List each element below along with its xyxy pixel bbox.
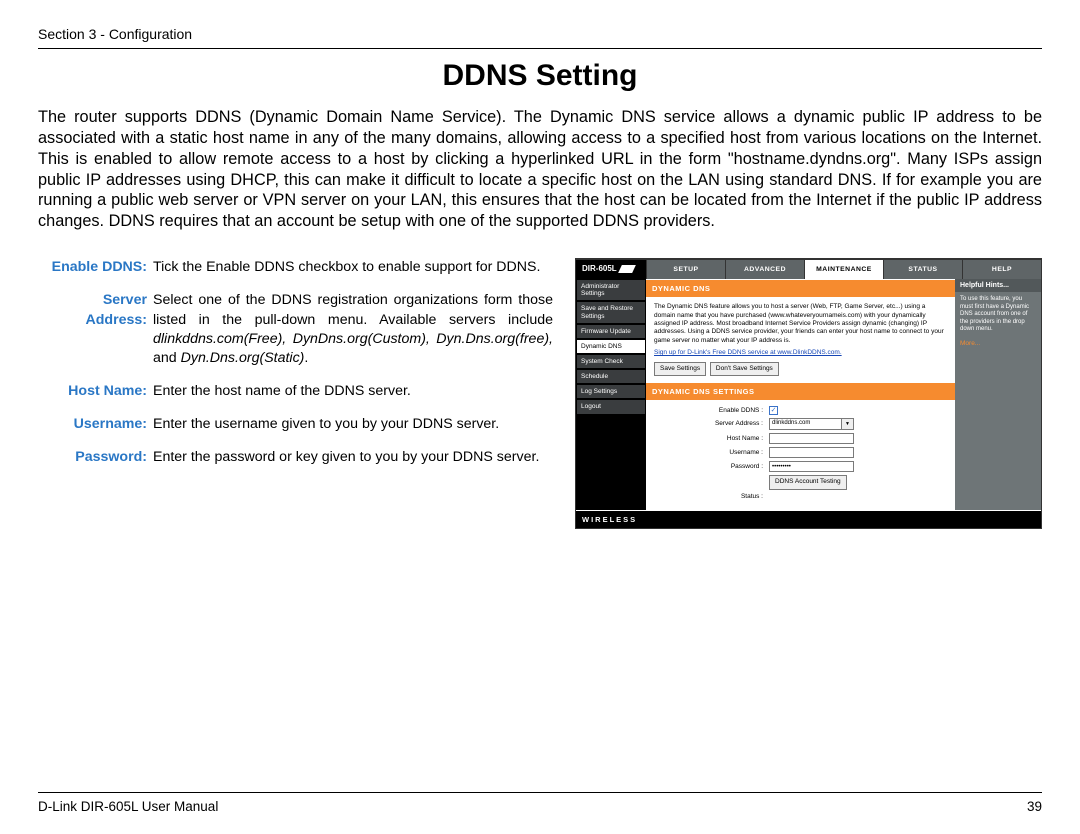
sidebar-item-ddns[interactable]: Dynamic DNS: [576, 339, 646, 354]
intro-paragraph: The router supports DDNS (Dynamic Domain…: [38, 107, 1042, 232]
sidebar-item-firmware[interactable]: Firmware Update: [576, 324, 646, 339]
router-hints-panel: Helpful Hints... To use this feature, yo…: [955, 279, 1041, 510]
host-name-input[interactable]: [769, 433, 854, 444]
sidebar-item-save-restore[interactable]: Save and Restore Settings: [576, 301, 646, 323]
sidebar-item-system-check[interactable]: System Check: [576, 354, 646, 369]
enable-ddns-checkbox[interactable]: ✓: [769, 406, 778, 415]
hints-title: Helpful Hints...: [955, 279, 1041, 292]
def-body-text: .: [304, 350, 308, 366]
form-label-host: Host Name :: [654, 435, 769, 443]
def-label: Password:: [75, 449, 147, 465]
footer-page-number: 39: [1027, 799, 1042, 814]
ddns-settings-form: Enable DDNS : ✓ Server Address : dlinkdd…: [646, 400, 955, 510]
def-label: Host Name:: [68, 383, 147, 399]
def-server-address: Server Address: Select one of the DDNS r…: [38, 291, 553, 368]
dont-save-settings-button[interactable]: Don't Save Settings: [710, 362, 779, 376]
chevron-down-icon: ▼: [841, 419, 853, 429]
form-label-server: Server Address :: [654, 420, 769, 428]
tab-help[interactable]: HELP: [962, 260, 1041, 279]
form-label-enable: Enable DDNS :: [654, 407, 769, 415]
def-body: Tick the Enable DDNS checkbox to enable …: [153, 259, 540, 275]
password-input[interactable]: [769, 461, 854, 472]
hints-more-link[interactable]: More...: [955, 338, 1041, 349]
router-tabs: SETUP ADVANCED MAINTENANCE STATUS HELP: [646, 260, 1041, 279]
ddns-test-button[interactable]: DDNS Account Testing: [769, 475, 847, 489]
server-address-select[interactable]: dlinkddns.com ▼: [769, 418, 854, 430]
top-rule: [38, 48, 1042, 49]
def-host-name: Host Name: Enter the host name of the DD…: [38, 382, 553, 401]
def-body: Select one of the DDNS registration orga…: [153, 291, 553, 368]
footer-manual-name: D-Link DIR-605L User Manual: [38, 799, 218, 814]
username-input[interactable]: [769, 447, 854, 458]
def-body-text: Select one of the DDNS registration orga…: [153, 292, 553, 327]
def-label: Server Address:: [86, 292, 148, 327]
sidebar-item-log-settings[interactable]: Log Settings: [576, 384, 646, 399]
page-footer: D-Link DIR-605L User Manual 39: [38, 792, 1042, 814]
def-label: Username:: [74, 416, 147, 432]
panel-title-ddns: DYNAMIC DNS: [646, 279, 955, 297]
sidebar-item-admin[interactable]: Administrator Settings: [576, 279, 646, 301]
definitions-list: Enable DDNS: Tick the Enable DDNS checkb…: [38, 258, 553, 481]
section-header: Section 3 - Configuration: [38, 26, 1042, 42]
router-sidebar: Administrator Settings Save and Restore …: [576, 279, 646, 510]
tab-setup[interactable]: SETUP: [646, 260, 725, 279]
select-value: dlinkddns.com: [772, 420, 810, 428]
def-body: Enter the password or key given to you b…: [153, 449, 539, 465]
tab-advanced[interactable]: ADVANCED: [725, 260, 804, 279]
signup-link[interactable]: Sign up for D-Link's Free DDNS service a…: [654, 349, 842, 356]
router-model-label: DIR-605L: [576, 260, 646, 279]
def-italic: dlinkddns.com(Free), DynDns.org(Custom),…: [153, 331, 553, 347]
def-enable-ddns: Enable DDNS: Tick the Enable DDNS checkb…: [38, 258, 553, 277]
form-label-status: Status :: [654, 493, 769, 501]
panel-desc: The Dynamic DNS feature allows you to ho…: [654, 303, 947, 345]
page-title: DDNS Setting: [38, 59, 1042, 93]
panel-body-ddns: The Dynamic DNS feature allows you to ho…: [646, 297, 955, 382]
router-footer-brand: WIRELESS: [576, 510, 1041, 528]
panel-title-ddns-settings: DYNAMIC DNS SETTINGS: [646, 382, 955, 400]
save-settings-button[interactable]: Save Settings: [654, 362, 706, 376]
tab-maintenance[interactable]: MAINTENANCE: [804, 260, 883, 279]
sidebar-item-schedule[interactable]: Schedule: [576, 369, 646, 384]
form-label-password: Password :: [654, 463, 769, 471]
def-italic: Dyn.Dns.org(Static): [181, 350, 305, 366]
bottom-rule: [38, 792, 1042, 793]
def-username: Username: Enter the username given to yo…: [38, 415, 553, 434]
def-body: Enter the host name of the DDNS server.: [153, 383, 411, 399]
def-body: Enter the username given to you by your …: [153, 416, 499, 432]
router-ui-screenshot: DIR-605L SETUP ADVANCED MAINTENANCE STAT…: [575, 258, 1042, 529]
form-label-username: Username :: [654, 449, 769, 457]
sidebar-item-logout[interactable]: Logout: [576, 399, 646, 414]
tab-status[interactable]: STATUS: [883, 260, 962, 279]
hints-body: To use this feature, you must first have…: [955, 292, 1041, 338]
def-label: Enable DDNS:: [52, 259, 147, 275]
def-body-text: and: [153, 350, 181, 366]
def-password: Password: Enter the password or key give…: [38, 448, 553, 467]
router-main-panel: DYNAMIC DNS The Dynamic DNS feature allo…: [646, 279, 955, 510]
